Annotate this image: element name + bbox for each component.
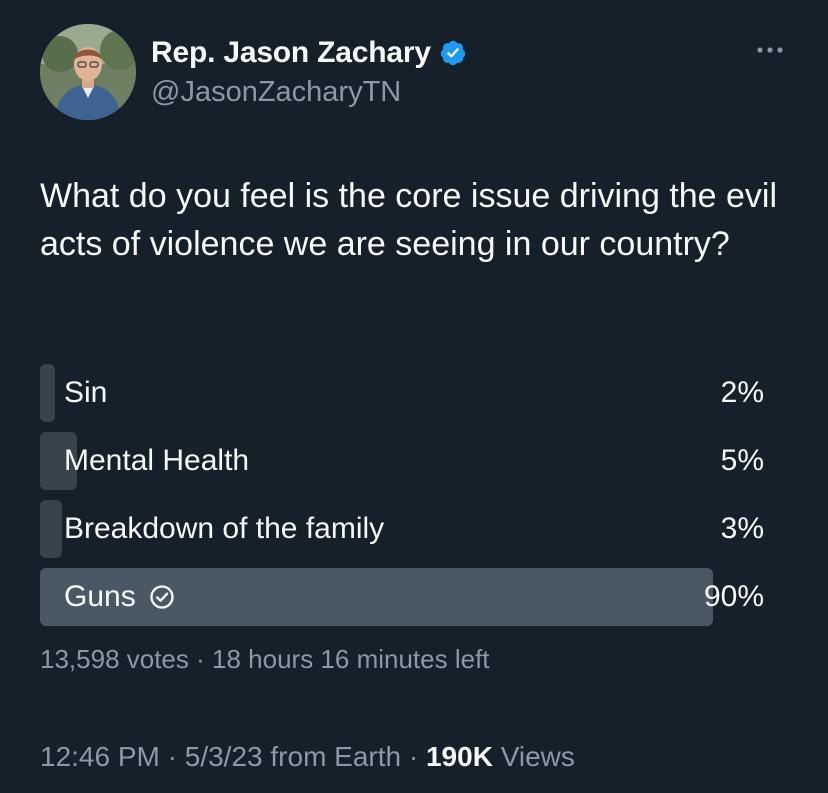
views-label[interactable]: Views (501, 741, 575, 772)
poll-option-percent: 3% (720, 512, 764, 545)
poll-time-left: 18 hours 16 minutes left (212, 644, 490, 674)
poll-option-percent: 90% (703, 580, 764, 613)
separator-dot: · (408, 741, 419, 772)
more-options-icon[interactable] (750, 38, 790, 62)
avatar[interactable] (40, 24, 136, 120)
poll-option-label: Mental Health (64, 432, 249, 490)
check-circle-icon (150, 585, 174, 609)
poll-option-text: Mental Health (64, 444, 250, 477)
tweet-source: from Earth (270, 741, 402, 772)
tweet-date[interactable]: 5/3/23 (185, 741, 263, 772)
author-name-row: Rep. Jason Zachary (151, 35, 467, 71)
separator-dot: · (167, 741, 177, 772)
poll-option-percent: 5% (720, 444, 764, 477)
tweet-text: What do you feel is the core issue drivi… (40, 177, 778, 263)
poll-option-label: Breakdown of the family (64, 500, 384, 558)
poll-votes: 13,598 votes (40, 644, 189, 674)
author-handle[interactable]: @JasonZacharyTN (151, 76, 401, 109)
poll-option-percent: 2% (720, 376, 764, 409)
poll-bar (40, 364, 55, 422)
poll-option[interactable]: Sin 2% (40, 364, 788, 422)
poll-option-label: Guns (64, 568, 176, 626)
views-count[interactable]: 190K (426, 741, 493, 772)
display-name[interactable]: Rep. Jason Zachary (151, 36, 431, 70)
poll-option[interactable]: Breakdown of the family 3% (40, 500, 788, 558)
poll-option-text: Breakdown of the family (64, 512, 385, 545)
poll-meta: 13,598 votes · 18 hours 16 minutes left (40, 644, 490, 675)
poll-option-text: Sin (64, 376, 108, 409)
poll-option[interactable]: Mental Health 5% (40, 432, 788, 490)
poll: Sin 2% Mental Health 5% Breakdown of the… (40, 364, 788, 636)
poll-option-text: Guns (64, 580, 136, 613)
tweet-footer: 12:46 PM · 5/3/23 from Earth · 190K View… (40, 741, 575, 773)
profile-photo (40, 24, 136, 120)
tweet: Rep. Jason Zachary @JasonZacharyTN What … (0, 0, 828, 793)
separator-dot: · (196, 644, 205, 674)
poll-option-label: Sin (64, 364, 107, 422)
poll-option-winner[interactable]: Guns 90% (40, 568, 788, 626)
tweet-time[interactable]: 12:46 PM (40, 741, 160, 772)
verified-badge-icon (440, 40, 466, 66)
poll-bar (40, 500, 63, 558)
